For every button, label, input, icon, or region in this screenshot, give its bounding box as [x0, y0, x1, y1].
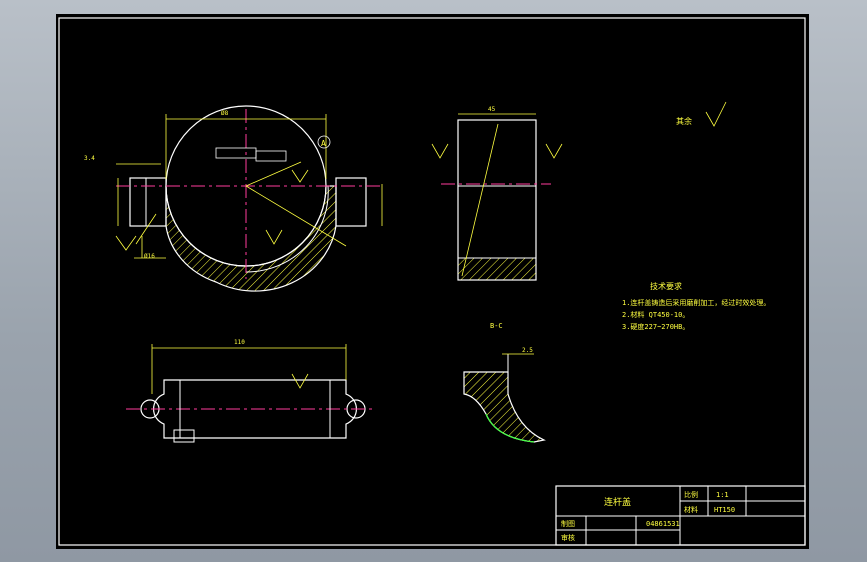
right-boss [335, 177, 367, 227]
roughness-symbol-left [115, 235, 137, 251]
scale-value: 1:1 [716, 491, 729, 499]
drawing-number: 04861531 [646, 520, 680, 528]
drawing-sheet: A Ø8 3.4 Ø16 45 110 B-C 2.5 其余 技术要求 1.连杆… [56, 14, 809, 549]
checked-label: 审核 [561, 533, 575, 542]
dim-thickness: 2.5 [522, 347, 533, 354]
tech-item-3: 3.硬度227~270HB。 [622, 322, 689, 331]
side-hatch [457, 257, 537, 281]
side-outline [457, 119, 537, 281]
surface-finish-note: 其余 [676, 116, 692, 126]
dim-fillet: 3.4 [84, 155, 95, 162]
drawn-label: 制图 [561, 519, 575, 528]
tolerance-frame [215, 147, 257, 159]
hatched-section [165, 185, 337, 292]
front-view: A Ø8 3.4 Ø16 [84, 105, 383, 292]
roughness-symbol [705, 101, 727, 127]
part-name: 连杆盖 [604, 496, 631, 508]
section-label: B-C [490, 322, 503, 330]
tech-title: 技术要求 [650, 281, 682, 291]
drawing-canvas: A Ø8 3.4 Ø16 45 110 B-C 2.5 其余 技术要求 1.连杆… [58, 17, 806, 546]
inner-border [58, 17, 806, 546]
cad-viewport[interactable]: A Ø8 3.4 Ø16 45 110 B-C 2.5 其余 技术要求 1.连杆… [0, 0, 867, 562]
side-view: 45 [431, 106, 563, 281]
material-value: HT150 [714, 506, 735, 514]
tech-item-1: 1.连杆盖铸造后采用磨削加工，经过时效处理。 [622, 298, 770, 307]
section-bc: B-C 2.5 [463, 322, 546, 443]
dim-width-label: 45 [488, 106, 496, 113]
dim-hole: Ø16 [144, 253, 155, 260]
scale-label: 比例 [684, 490, 698, 499]
dim-bore: Ø8 [221, 110, 229, 117]
dim-overall-label: 110 [234, 339, 245, 346]
material-label: 材料 [684, 505, 698, 514]
left-boss [129, 177, 167, 227]
plan-view: 110 [126, 339, 376, 443]
title-block: 连杆盖 比例 1:1 材料 HT150 制图 04861531 审核 [555, 485, 806, 546]
tech-item-2: 2.材料 QT450-10。 [622, 310, 689, 319]
section-shape [463, 371, 546, 443]
tech-requirements: 技术要求 1.连杆盖铸造后采用磨削加工，经过时效处理。 2.材料 QT450-1… [622, 281, 770, 331]
detail-label: A [321, 139, 326, 148]
